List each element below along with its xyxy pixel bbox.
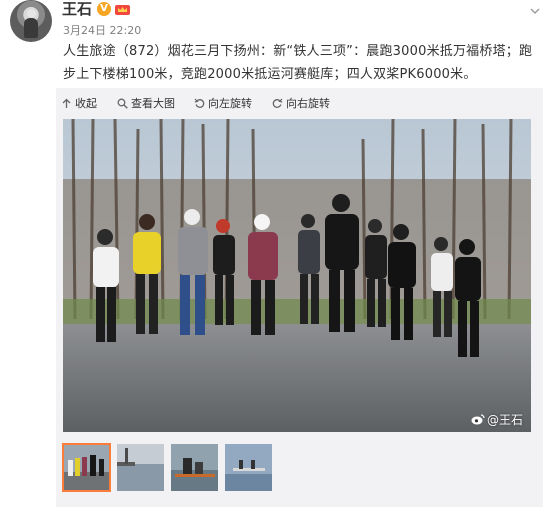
thumbnail-3[interactable]	[171, 444, 218, 491]
rotate-right-label: 向右旋转	[286, 97, 330, 110]
view-large-button[interactable]: 查看大图	[117, 95, 175, 111]
thumbnail-1[interactable]	[62, 443, 111, 492]
thumbnail-1-image	[63, 444, 110, 491]
thumbnail-2-image	[117, 444, 164, 491]
collapse-arrow-icon	[62, 98, 71, 108]
view-large-label: 查看大图	[131, 97, 175, 110]
verified-badge: V	[97, 2, 111, 16]
thumbnail-4-image	[225, 444, 272, 491]
post-text: 人生旅途（872）烟花三月下扬州：新“铁人三项”：晨跑3000米抵万福桥塔；跑步…	[63, 44, 533, 82]
post-timestamp[interactable]: 3月24日 22:20	[63, 22, 141, 38]
weibo-logo-icon	[471, 414, 485, 425]
photo-watermark: @王石	[471, 411, 523, 428]
rotate-left-icon	[194, 98, 205, 108]
post-header: 王石 V 3月24日 22:20	[0, 0, 550, 42]
collapse-button[interactable]: 收起	[61, 95, 97, 111]
magnifier-icon	[117, 98, 128, 109]
running-group-photo	[63, 119, 531, 432]
thumbnail-2[interactable]	[117, 444, 164, 491]
avatar[interactable]	[10, 0, 52, 42]
watermark-text: @王石	[486, 413, 523, 427]
rotate-right-button[interactable]: 向右旋转	[272, 95, 330, 111]
main-photo[interactable]: @王石	[63, 119, 531, 432]
avatar-head	[27, 9, 36, 18]
media-toolbar: 收起 查看大图 向左旋转 向右旋转	[56, 88, 543, 118]
rotate-right-icon	[272, 98, 283, 108]
avatar-body	[24, 18, 38, 38]
rotate-left-label: 向左旋转	[208, 97, 252, 110]
collapse-label: 收起	[75, 97, 97, 110]
thumbnail-3-image	[171, 444, 218, 491]
thumbnail-4[interactable]	[225, 444, 272, 491]
rotate-left-button[interactable]: 向左旋转	[194, 95, 252, 111]
crown-icon[interactable]	[114, 2, 131, 16]
author-name[interactable]: 王石	[62, 0, 92, 18]
chevron-down-icon[interactable]	[528, 4, 542, 18]
media-viewer: 收起 查看大图 向左旋转 向右旋转 @王石	[56, 88, 543, 507]
